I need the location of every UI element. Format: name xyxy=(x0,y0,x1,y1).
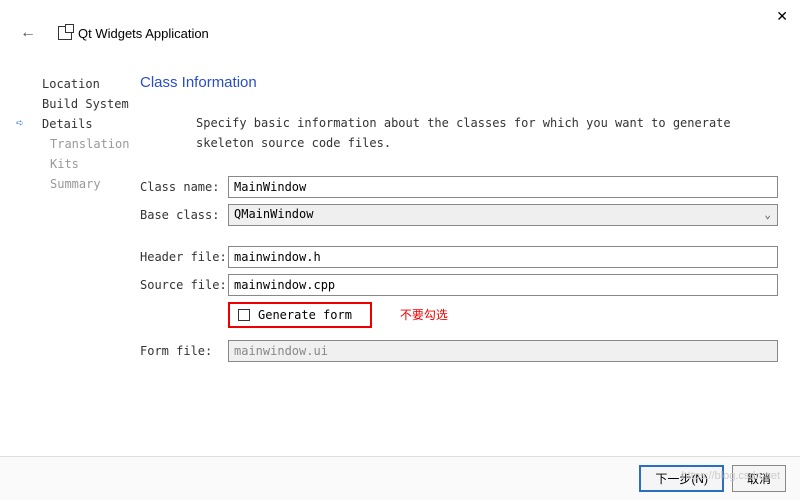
sidebar-item-translation[interactable]: Translation xyxy=(42,134,140,154)
close-icon[interactable]: ✕ xyxy=(776,8,788,25)
main-panel: Class Information Specify basic informat… xyxy=(140,74,800,368)
next-button[interactable]: 下一步(N) xyxy=(639,465,724,492)
annotation-text: 不要勾选 xyxy=(400,306,448,323)
source-file-label: Source file: xyxy=(140,278,228,292)
sidebar-item-details[interactable]: ➪ Details xyxy=(42,114,140,134)
generate-form-label: Generate form xyxy=(258,308,352,322)
base-class-label: Base class: xyxy=(140,208,228,222)
section-title: Class Information xyxy=(140,74,778,91)
section-description: Specify basic information about the clas… xyxy=(140,113,778,154)
sidebar-item-label: Details xyxy=(42,117,93,131)
sidebar-item-kits[interactable]: Kits xyxy=(42,154,140,174)
sidebar-item-location[interactable]: Location xyxy=(42,74,140,94)
base-class-select[interactable]: QMainWindow ⌄ xyxy=(228,204,778,226)
form-file-input xyxy=(228,340,778,362)
back-arrow-icon[interactable]: ← xyxy=(12,20,44,46)
header-file-input[interactable] xyxy=(228,246,778,268)
class-name-label: Class name: xyxy=(140,180,228,194)
form-file-label: Form file: xyxy=(140,344,228,358)
app-icon xyxy=(58,26,72,40)
wizard-sidebar: Location Build System ➪ Details Translat… xyxy=(0,74,140,368)
cancel-button[interactable]: 取消 xyxy=(732,465,786,492)
annotation-highlight-box: Generate form xyxy=(228,302,372,328)
generate-form-checkbox[interactable] xyxy=(238,309,250,321)
active-step-arrow-icon: ➪ xyxy=(16,116,24,131)
chevron-down-icon: ⌄ xyxy=(764,208,771,221)
header-file-label: Header file: xyxy=(140,250,228,264)
source-file-input[interactable] xyxy=(228,274,778,296)
base-class-value: QMainWindow xyxy=(234,207,313,221)
sidebar-item-build-system[interactable]: Build System xyxy=(42,94,140,114)
sidebar-item-summary[interactable]: Summary xyxy=(42,174,140,194)
app-title: Qt Widgets Application xyxy=(78,26,209,41)
class-name-input[interactable] xyxy=(228,176,778,198)
wizard-header: ← Qt Widgets Application xyxy=(0,0,800,46)
wizard-footer: 下一步(N) 取消 xyxy=(0,456,800,500)
